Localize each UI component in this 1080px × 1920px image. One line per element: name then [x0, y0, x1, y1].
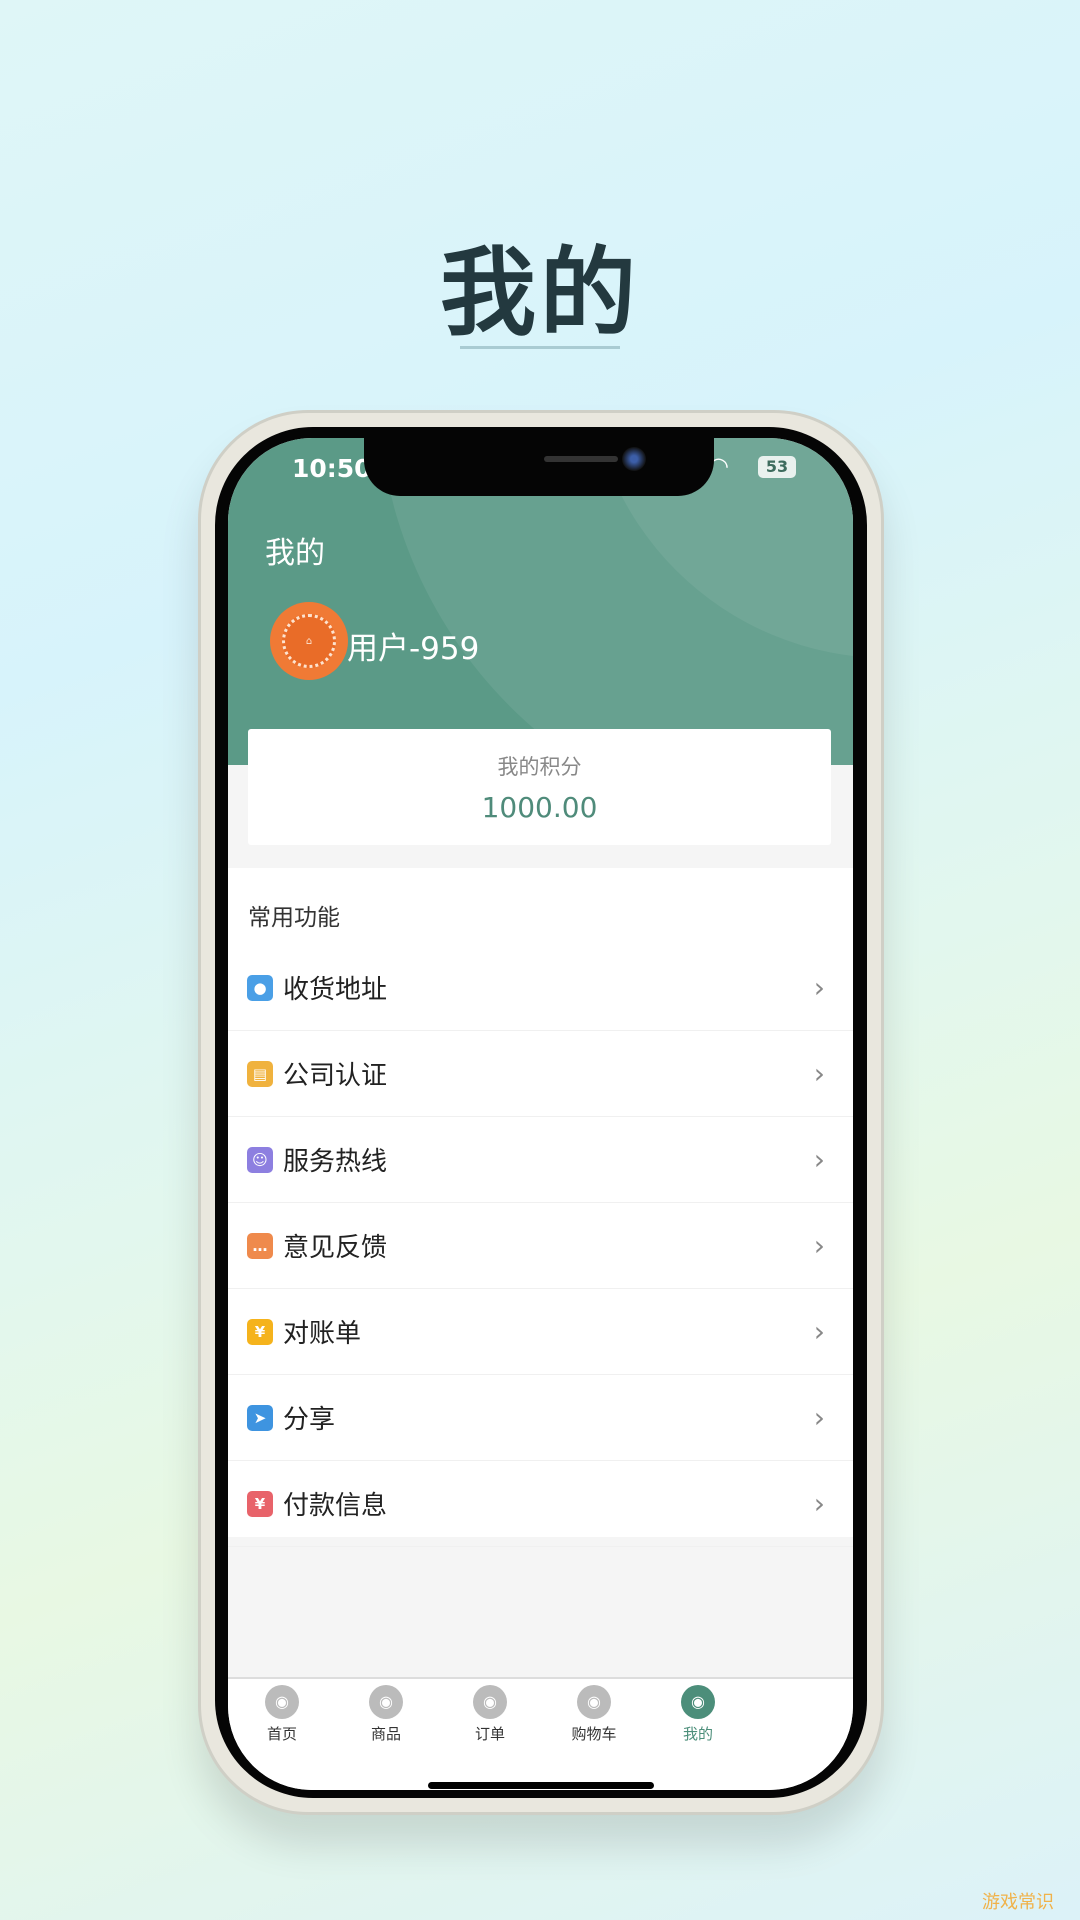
menu-item-label: 意见反馈: [283, 1233, 388, 1263]
customer-service-icon: ☺: [247, 1146, 273, 1173]
chevron-right-icon: ›: [813, 1315, 825, 1348]
promo-title: 我的: [440, 237, 640, 349]
menu-item-label: 收货地址: [283, 975, 388, 1005]
chevron-right-icon: ›: [813, 1229, 825, 1262]
goods-icon: ◉: [369, 1685, 403, 1719]
tab-ship-order[interactable]: ◉ 订单: [440, 1685, 540, 1744]
shop-icon: ◉: [265, 1685, 299, 1719]
tab-label: 商品: [370, 1725, 401, 1743]
chevron-right-icon: ›: [813, 1401, 825, 1434]
status-time: 10:50: [292, 454, 372, 483]
tab-cat-profile[interactable]: ◉ 我的: [648, 1685, 748, 1744]
bill-yen-icon: ¥: [247, 1318, 273, 1345]
tab-label: 购物车: [571, 1725, 617, 1743]
avatar[interactable]: ⌂: [270, 602, 348, 680]
cart-icon: ◉: [577, 1685, 611, 1719]
tab-label: 订单: [474, 1725, 505, 1743]
page-title: 我的: [265, 536, 325, 571]
section-title: 常用功能: [248, 905, 340, 931]
chevron-right-icon: ›: [813, 971, 825, 1004]
chat-bubble-icon: …: [247, 1232, 273, 1259]
menu-item[interactable]: ¥ 付款信息 ›: [228, 1461, 853, 1547]
chevron-right-icon: ›: [813, 1057, 825, 1090]
menu-item[interactable]: ¥ 对账单 ›: [228, 1289, 853, 1375]
watermark: 游戏常识: [982, 1892, 1054, 1913]
building-icon: ▤: [247, 1060, 273, 1087]
menu-item-label: 服务热线: [283, 1147, 388, 1177]
payment-yen-icon: ¥: [247, 1490, 273, 1517]
chevron-right-icon: ›: [813, 1143, 825, 1176]
location-pin-icon: ●: [247, 974, 273, 1001]
chevron-right-icon: ›: [813, 1487, 825, 1520]
menu-item-label: 对账单: [283, 1319, 362, 1349]
tab-shop[interactable]: ◉ 首页: [232, 1685, 332, 1744]
paper-plane-icon: ➤: [247, 1404, 273, 1431]
menu-item-label: 公司认证: [283, 1061, 388, 1091]
tab-goods[interactable]: ◉ 商品: [336, 1685, 436, 1744]
menu-item[interactable]: ▤ 公司认证 ›: [228, 1031, 853, 1117]
notch: [364, 438, 714, 496]
points-card[interactable]: 我的积分 1000.00: [248, 729, 831, 845]
tab-label: 首页: [266, 1725, 297, 1743]
battery-icon: 53: [758, 456, 796, 478]
menu-item[interactable]: ☺ 服务热线 ›: [228, 1117, 853, 1203]
seal-logo-icon: ⌂: [282, 614, 336, 668]
ship-order-icon: ◉: [473, 1685, 507, 1719]
points-value: 1000.00: [481, 791, 598, 824]
points-label: 我的积分: [497, 755, 582, 779]
app-screen: 10:50 ◠ 53 我的 ⌂ 用户-959 常用功能 ● 收货地址 › ▤ 公司认证 ›…: [228, 438, 853, 1790]
menu-item[interactable]: ➤ 分享 ›: [228, 1375, 853, 1461]
menu-item-label: 付款信息: [283, 1491, 388, 1521]
cat-profile-icon: ◉: [681, 1685, 715, 1719]
title-underline: [460, 346, 620, 349]
menu-item-label: 分享: [283, 1405, 336, 1435]
tab-cart[interactable]: ◉ 购物车: [544, 1685, 644, 1744]
menu-item[interactable]: ● 收货地址 ›: [228, 945, 853, 1031]
tab-bar: ◉ 首页 ◉ 商品 ◉ 订单 ◉ 购物车 ◉ 我的: [228, 1677, 853, 1790]
function-list: 常用功能 ● 收货地址 › ▤ 公司认证 › ☺ 服务热线 › … 意见反馈 › ¥ 对账单 › ➤ 分享 › ¥ 付…: [228, 868, 853, 1547]
username[interactable]: 用户-959: [347, 623, 479, 668]
tab-label: 我的: [682, 1725, 713, 1743]
menu-item[interactable]: … 意见反馈 ›: [228, 1203, 853, 1289]
home-indicator[interactable]: [428, 1782, 654, 1789]
